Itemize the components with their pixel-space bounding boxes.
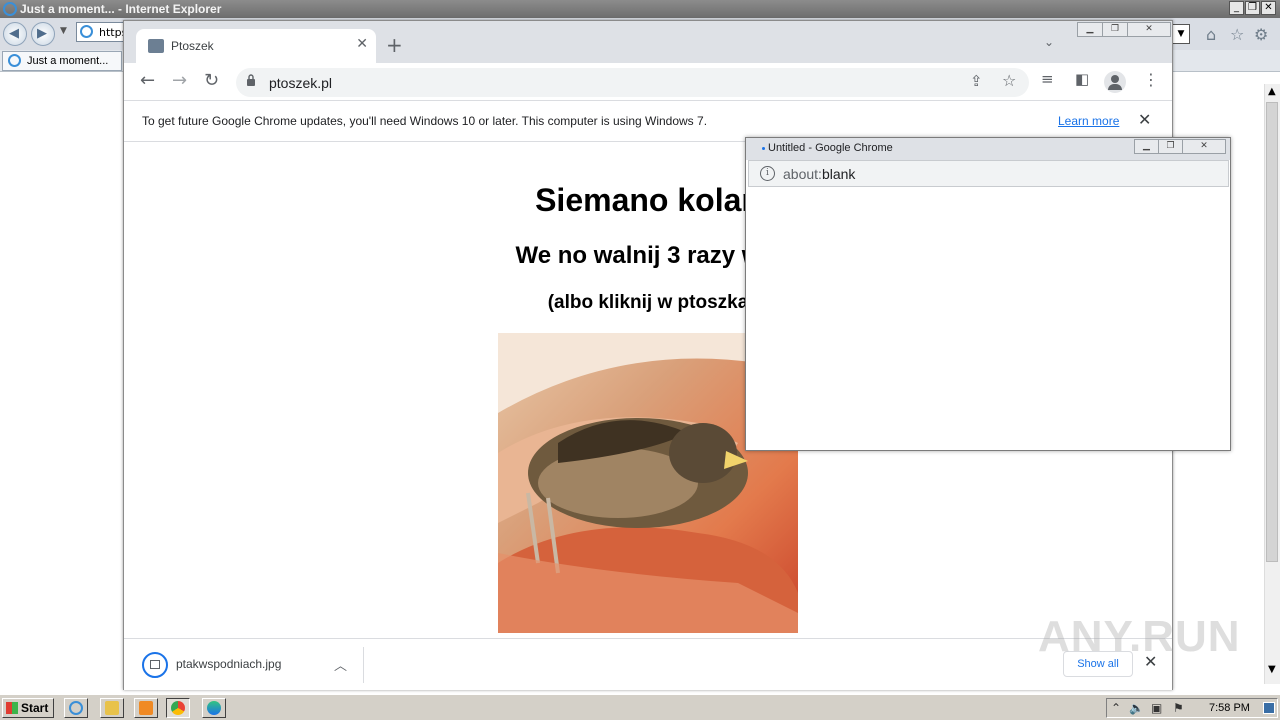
ie-right-tools: ▼ ⌂ ☆ ⚙ — [1172, 22, 1280, 48]
restore-button[interactable]: ❐ — [1102, 22, 1128, 37]
learn-more-link[interactable]: Learn more — [1058, 114, 1119, 128]
popup-url: about:blank — [783, 166, 856, 182]
ie-titlebar: Just a moment... - Internet Explorer _ ❐… — [0, 0, 1280, 18]
bird-favicon-icon — [148, 39, 164, 53]
back-arrow-icon[interactable]: ← — [140, 70, 155, 91]
taskbar-chrome[interactable] — [166, 698, 190, 718]
action-center-flag-icon[interactable]: ⚑ — [1173, 701, 1184, 715]
back-arrow-icon: ◀ — [9, 26, 19, 41]
minimize-button[interactable]: ▁ — [1077, 22, 1103, 37]
ie-back-button[interactable]: ◀ — [3, 22, 27, 46]
bookmark-star-icon[interactable]: ☆ — [1002, 71, 1016, 90]
download-shelf: ptakwspodniach.jpg ︿ Show all ✕ — [124, 638, 1172, 690]
tab-search-chevron-icon[interactable]: ⌄ — [1044, 35, 1054, 49]
edge-icon — [207, 701, 221, 715]
ie-scroll-thumb[interactable] — [1266, 102, 1278, 562]
chrome-window-controls: ▁ ❐ ✕ — [1077, 21, 1172, 39]
new-tab-plus-icon[interactable]: + — [386, 33, 403, 57]
chevron-up-icon[interactable]: ︿ — [334, 655, 347, 674]
forward-arrow-icon: ▶ — [37, 26, 47, 41]
ie-close-button[interactable]: ✕ — [1261, 1, 1276, 15]
ie-logo-icon — [3, 2, 17, 16]
kebab-menu-icon[interactable]: ⋮ — [1143, 70, 1159, 89]
favorites-star-icon[interactable]: ☆ — [1230, 25, 1244, 44]
ie-minimize-button[interactable]: _ — [1229, 1, 1244, 15]
chrome-tabstrip: Ptoszek ✕ + ⌄ ▁ ❐ ✕ — [124, 21, 1172, 63]
chrome-toolbar: ← → ↻ ptoszek.pl ⇪ ☆ ≡ ◧ ⋮ — [124, 63, 1172, 101]
download-divider — [363, 647, 364, 683]
download-item[interactable]: ptakwspodniach.jpg ︿ — [136, 647, 358, 681]
clock[interactable]: 7:58 PM — [1209, 702, 1250, 714]
close-tab-icon[interactable]: ✕ — [356, 36, 368, 52]
media-player-icon — [139, 701, 153, 715]
show-desktop-icon[interactable] — [1263, 702, 1275, 714]
infobar-message: To get future Google Chrome updates, you… — [142, 114, 708, 128]
side-panel-icon[interactable]: ◧ — [1075, 70, 1089, 88]
taskbar-edge[interactable] — [202, 698, 226, 718]
anyrun-watermark: ANY.RUN — [1038, 612, 1241, 661]
folder-icon — [105, 701, 119, 715]
omnibox-url: ptoszek.pl — [269, 75, 333, 91]
ie-restore-button[interactable]: ❐ — [1245, 1, 1260, 15]
ie-forward-button[interactable]: ▶ — [31, 22, 55, 46]
ie-window-title: Just a moment... - Internet Explorer — [20, 2, 222, 16]
home-icon[interactable]: ⌂ — [1206, 25, 1216, 44]
tray-expand-icon[interactable]: ⌃ — [1111, 701, 1121, 715]
ie-icon — [69, 701, 83, 715]
image-file-icon — [142, 652, 168, 678]
ie-page-icon — [80, 25, 93, 38]
ie-tab-icon — [8, 54, 21, 67]
system-tray: ⌃ 🔈 ▣ ⚑ 7:58 PM — [1106, 698, 1278, 718]
close-window-button[interactable]: ✕ — [1127, 22, 1171, 37]
popup-minimize-button[interactable]: ▁ — [1134, 139, 1159, 154]
popup-close-button[interactable]: ✕ — [1182, 139, 1226, 154]
popup-title: Untitled - Google Chrome — [768, 142, 893, 154]
taskbar-media-player[interactable] — [134, 698, 158, 718]
media-queue-icon[interactable]: ≡ — [1041, 70, 1054, 88]
scroll-up-icon[interactable]: ▲ — [1268, 86, 1276, 97]
start-button[interactable]: Start — [2, 698, 54, 718]
popup-address-bar[interactable]: i about:blank — [748, 160, 1229, 187]
ie-tab[interactable]: Just a moment... — [2, 51, 122, 71]
tab-ptoszek[interactable]: Ptoszek ✕ — [136, 29, 376, 63]
taskbar-explorer[interactable] — [100, 698, 124, 718]
start-label: Start — [21, 701, 49, 715]
reload-icon[interactable]: ↻ — [204, 70, 219, 91]
download-filename: ptakwspodniach.jpg — [176, 657, 282, 671]
lock-icon — [247, 74, 255, 86]
forward-arrow-icon[interactable]: → — [172, 70, 187, 91]
popup-window: Untitled - Google Chrome ▁ ❐ ✕ i about:b… — [745, 137, 1231, 451]
share-icon[interactable]: ⇪ — [970, 72, 983, 90]
popup-titlebar: Untitled - Google Chrome ▁ ❐ ✕ — [746, 138, 1230, 160]
network-icon[interactable]: ▣ — [1151, 701, 1162, 715]
popup-restore-button[interactable]: ❐ — [1158, 139, 1183, 154]
taskbar-ie[interactable] — [64, 698, 88, 718]
close-infobar-icon[interactable]: ✕ — [1138, 110, 1151, 129]
windows-flag-icon — [6, 702, 18, 714]
info-icon[interactable]: i — [760, 166, 775, 181]
update-infobar: To get future Google Chrome updates, you… — [124, 101, 1172, 142]
scroll-down-icon[interactable]: ▼ — [1268, 664, 1276, 675]
gear-icon[interactable]: ⚙ — [1254, 25, 1268, 44]
profile-avatar-icon[interactable] — [1104, 71, 1126, 93]
loading-dot-icon — [762, 147, 765, 150]
taskbar: Start ⌃ 🔈 ▣ ⚑ 7:58 PM — [0, 694, 1280, 720]
ie-address-dropdown-button[interactable]: ▼ — [1172, 24, 1190, 44]
tab-title: Ptoszek — [171, 39, 214, 53]
ie-history-dropdown-icon[interactable]: ▼ — [60, 26, 67, 36]
ie-address-bar[interactable]: https: — [76, 22, 131, 42]
omnibox[interactable]: ptoszek.pl ⇪ ☆ — [236, 68, 1029, 97]
volume-icon[interactable]: 🔈 — [1129, 701, 1144, 715]
ie-tab-label: Just a moment... — [27, 55, 109, 67]
chrome-icon — [171, 701, 185, 715]
